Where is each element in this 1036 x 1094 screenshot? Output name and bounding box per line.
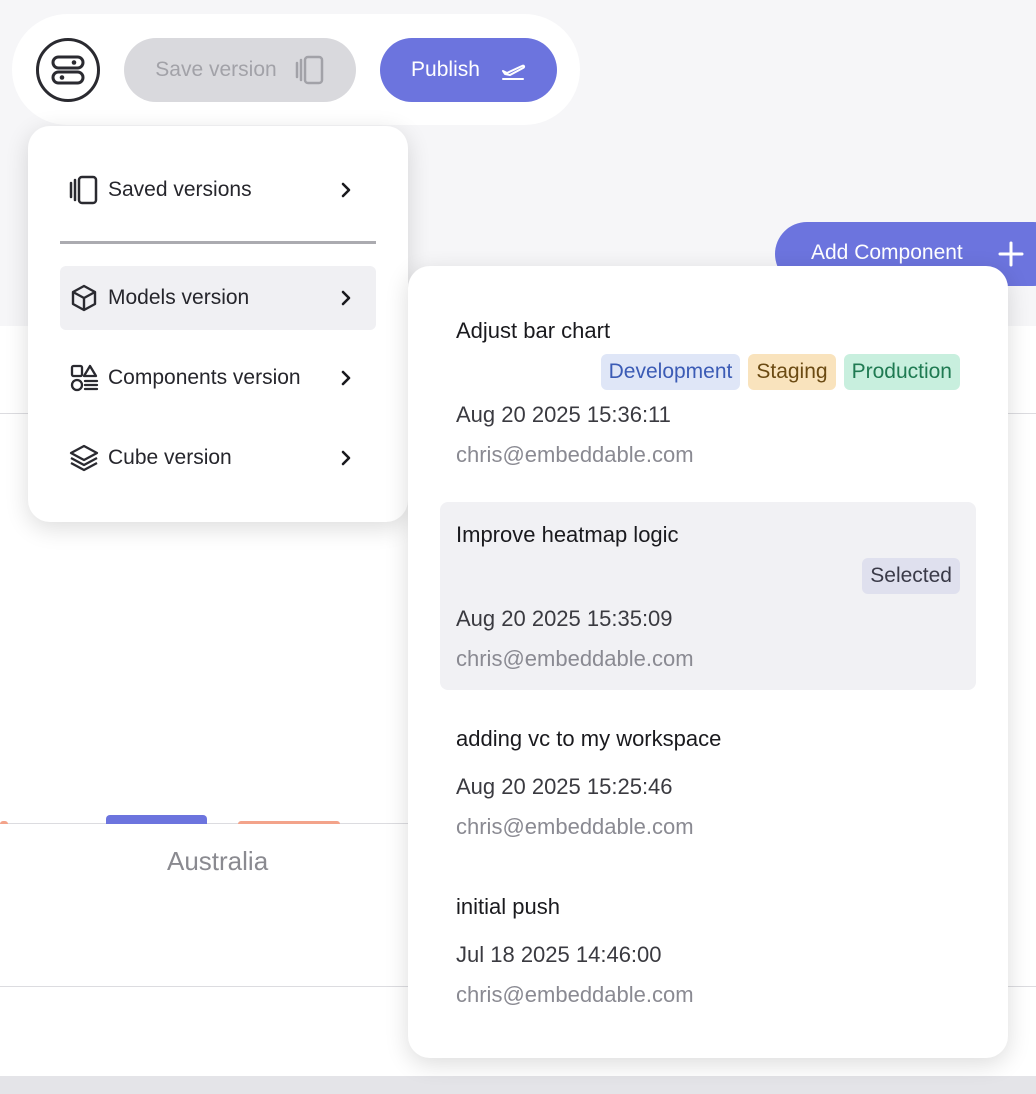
environment-badges: Development Staging Production [600, 354, 960, 390]
chart-bar [0, 821, 8, 824]
version-item[interactable]: adding vc to my workspace Aug 20 2025 15… [440, 706, 976, 846]
badge-production: Production [843, 354, 960, 390]
version-title: initial push [456, 894, 560, 919]
add-component-label: Add Component [811, 241, 963, 264]
truncated-icon: ⋮ [1030, 446, 1036, 471]
chart-bar [238, 821, 340, 824]
components-icon [68, 362, 100, 394]
version-author: chris@embeddable.com [456, 442, 694, 467]
version-date: Aug 20 2025 15:25:46 [456, 774, 673, 799]
bottom-scrollbar-track[interactable] [0, 1076, 1036, 1094]
versions-icon [295, 55, 323, 85]
menu-item-models-version[interactable]: Models version [60, 266, 376, 330]
version-item[interactable]: initial push Jul 18 2025 14:46:00 chris@… [440, 874, 976, 1014]
status-badges: Selected [862, 558, 960, 594]
menu-item-label: Saved versions [108, 178, 252, 201]
badge-selected: Selected [862, 558, 960, 594]
version-author: chris@embeddable.com [456, 982, 694, 1007]
version-title: Adjust bar chart [456, 318, 611, 343]
version-item-selected[interactable]: Improve heatmap logic Selected Aug 20 20… [440, 502, 976, 690]
chevron-right-icon [334, 181, 358, 199]
versions-icon [68, 174, 100, 206]
version-date: Jul 18 2025 14:46:00 [456, 942, 662, 967]
menu-divider [60, 241, 376, 244]
x-axis-tick-label: Australia [167, 846, 269, 876]
menu-item-cube-version[interactable]: Cube version [60, 426, 376, 490]
version-author: chris@embeddable.com [456, 814, 694, 839]
version-date: Aug 20 2025 15:35:09 [456, 606, 673, 631]
chevron-right-icon [334, 369, 358, 387]
plus-icon [998, 241, 1024, 267]
chevron-right-icon [334, 449, 358, 467]
version-title: Improve heatmap logic [456, 522, 679, 547]
menu-item-label: Cube version [108, 446, 232, 469]
cube-icon [68, 282, 100, 314]
chart-bar [106, 815, 207, 824]
version-title: adding vc to my workspace [456, 726, 722, 751]
version-author: chris@embeddable.com [456, 646, 694, 671]
chevron-right-icon [334, 289, 358, 307]
badge-staging: Staging [748, 354, 836, 390]
version-item[interactable]: Adjust bar chart Development Staging Pro… [440, 298, 976, 478]
version-menu-toggle-button[interactable] [36, 38, 100, 102]
version-date: Aug 20 2025 15:36:11 [456, 402, 671, 427]
menu-item-label: Components version [108, 366, 301, 389]
models-version-list: Adjust bar chart Development Staging Pro… [408, 266, 1008, 1058]
save-version-button[interactable]: Save version [124, 38, 356, 102]
toggles-icon [51, 55, 85, 85]
menu-item-saved-versions[interactable]: Saved versions [60, 158, 376, 222]
plane-takeoff-icon [501, 64, 526, 80]
menu-item-label: Models version [108, 286, 250, 309]
menu-item-components-version[interactable]: Components version [60, 346, 376, 410]
badge-development: Development [600, 354, 741, 390]
layers-icon [68, 442, 100, 474]
publish-button[interactable]: Publish [380, 38, 557, 102]
publish-label: Publish [411, 58, 480, 81]
save-version-label: Save version [155, 58, 277, 81]
version-menu: Saved versions Models version Components… [28, 126, 408, 522]
